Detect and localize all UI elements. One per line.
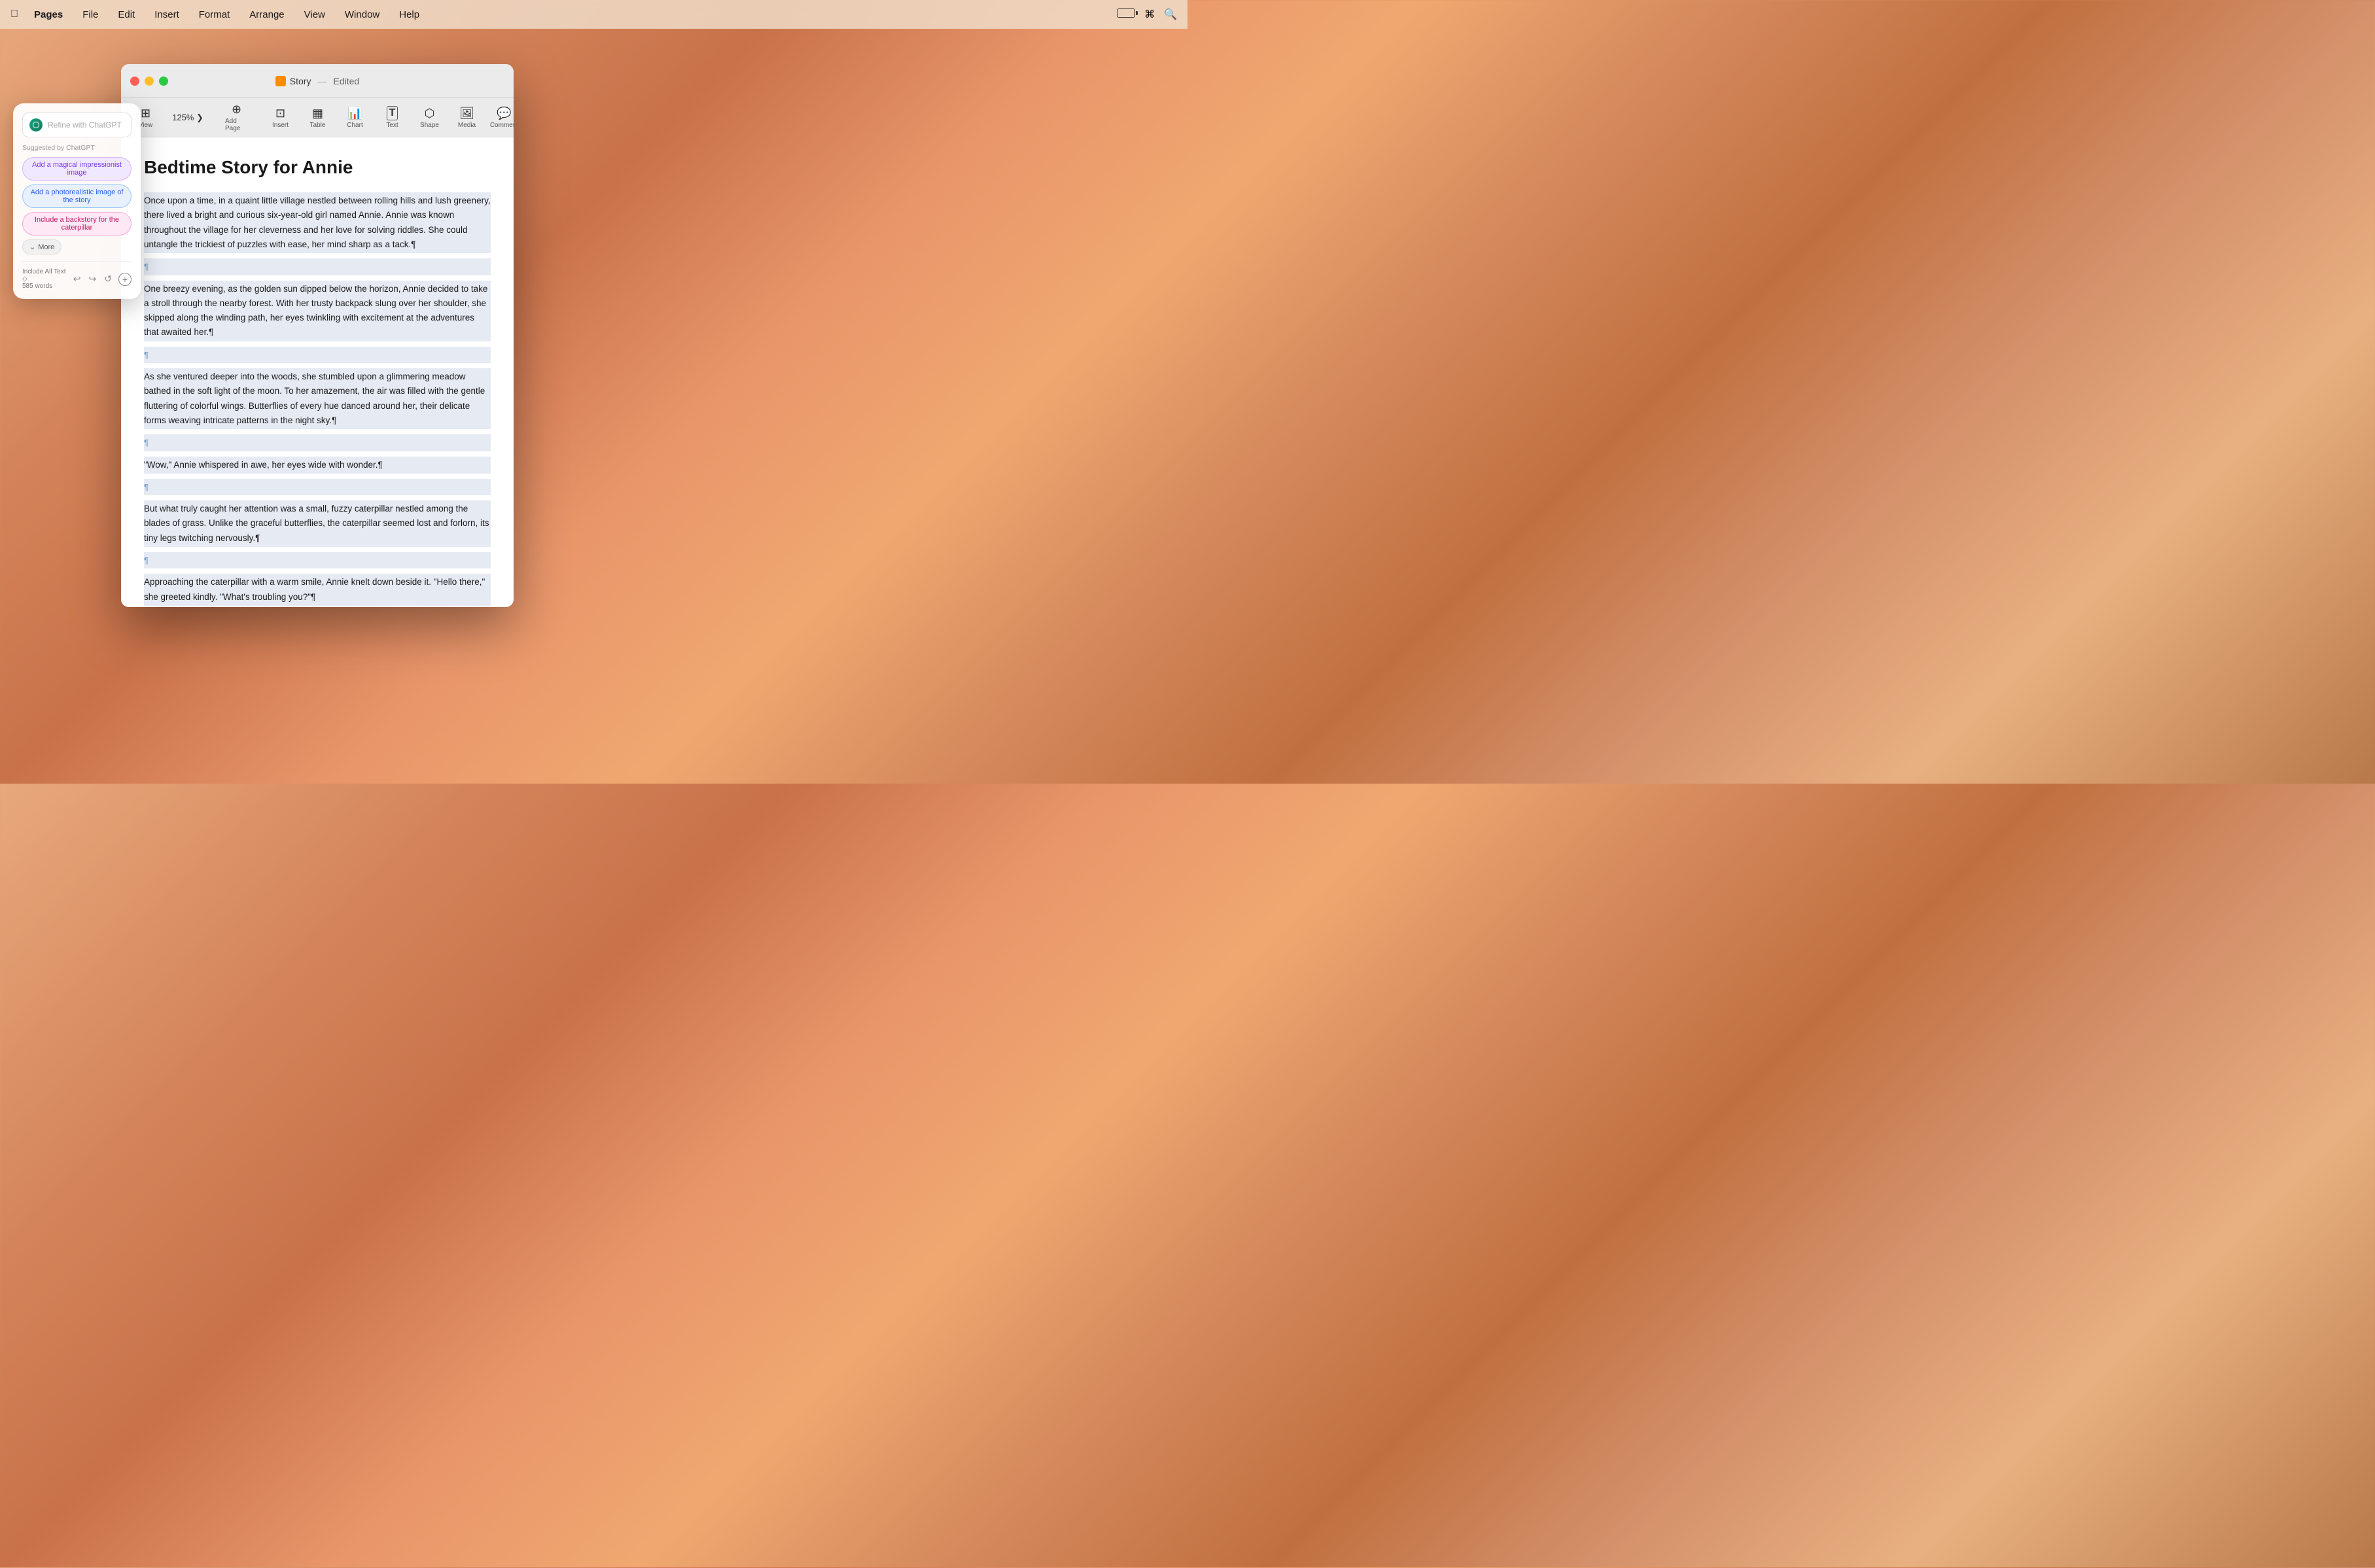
window-titlebar: Story — Edited [121,64,514,98]
suggestion-photorealistic[interactable]: Add a photorealistic image of the story [22,184,132,208]
word-count: 585 words [22,283,72,290]
paragraph-1: Once upon a time, in a quaint little vil… [144,192,491,253]
paragraph-6: ¶ [144,434,491,451]
paragraph-3: One breezy evening, as the golden sun di… [144,281,491,341]
chatgpt-logo-icon [29,118,43,131]
view-icon: ⊞ [141,107,150,120]
menu-file[interactable]: File [79,8,102,22]
table-icon: ▦ [312,107,323,120]
document-title-heading: Bedtime Story for Annie [144,157,491,178]
media-icon: 🖼 [459,107,474,120]
document-title: Story [290,76,311,86]
search-icon[interactable]: 🔍 [1164,8,1177,21]
insert-icon: ⊡ [275,107,285,120]
toolbar-shape[interactable]: ⬡ Shape [412,103,448,133]
table-label: Table [310,122,326,129]
toolbar-zoom[interactable]: 125% ❯ [165,109,211,127]
paragraph-5: As she ventured deeper into the woods, s… [144,368,491,429]
menu-help[interactable]: Help [395,8,423,22]
chatgpt-input[interactable]: Refine with ChatGPT [48,120,124,130]
suggestion-backstory[interactable]: Include a backstory for the caterpillar [22,212,132,235]
paragraph-11: Approaching the caterpillar with a warm … [144,574,491,606]
chart-icon: 📊 [347,107,362,120]
title-separator: — [317,76,326,86]
comment-label: Comment [490,122,514,129]
menu-window[interactable]: Window [341,8,383,22]
toolbar: ⊞ View 125% ❯ ⊕ Add Page ⊡ Insert ▦ Tabl… [121,98,514,137]
edited-label: Edited [333,76,359,86]
chatgpt-input-area[interactable]: Refine with ChatGPT [22,113,132,137]
document-content[interactable]: Bedtime Story for Annie Once upon a time… [121,137,514,607]
zoom-value: 125% ❯ [172,113,203,123]
menu-bar:  Pages File Edit Insert Format Arrange … [0,0,1188,29]
menu-view[interactable]: View [300,8,329,22]
window-title: Story — Edited [275,76,359,86]
text-label: Text [386,122,398,129]
comment-icon: 💬 [497,107,511,120]
menu-edit[interactable]: Edit [114,8,139,22]
toolbar-text[interactable]: T Text [374,102,410,133]
menu-format[interactable]: Format [195,8,234,22]
panel-footer: Include All Text ◇ 585 words ↩ ↪ ↺ + [22,261,132,290]
include-text[interactable]: Include All Text ◇ [22,268,72,283]
menu-arrange[interactable]: Arrange [245,8,288,22]
paragraph-9: But what truly caught her attention was … [144,500,491,547]
chatgpt-panel: Refine with ChatGPT Suggested by ChatGPT… [13,103,141,299]
add-page-label: Add Page [225,118,248,132]
more-label: More [38,243,54,251]
paragraph-4: ¶ [144,347,491,363]
minimize-button[interactable] [145,77,154,86]
shape-label: Shape [420,122,439,129]
document-icon [275,76,286,86]
wifi-icon: ⌘ [1144,8,1155,21]
include-text-label: Include All Text ◇ [22,268,72,283]
text-box-icon: T [387,106,398,120]
refresh-button[interactable]: ↺ [103,272,113,286]
toolbar-table[interactable]: ▦ Table [300,103,336,133]
menu-bar-right: ⌘ 🔍 [1117,8,1177,21]
toolbar-comment[interactable]: 💬 Comment [486,103,514,133]
add-button[interactable]: + [118,273,132,286]
toolbar-insert[interactable]: ⊡ Insert [262,103,298,133]
toolbar-add-page[interactable]: ⊕ Add Page [219,99,255,136]
menu-insert[interactable]: Insert [150,8,183,22]
paragraph-8: ¶ [144,479,491,495]
chart-label: Chart [347,122,362,129]
more-button[interactable]: ⌄ More [22,239,62,254]
media-label: Media [458,122,476,129]
add-page-icon: ⊕ [232,103,241,116]
suggestions-list: Add a magical impressionist image Add a … [22,157,132,239]
footer-actions: ↩ ↪ ↺ + [72,272,132,286]
maximize-button[interactable] [159,77,168,86]
menu-pages[interactable]: Pages [30,8,67,22]
paragraph-2: ¶ [144,258,491,275]
suggestions-label: Suggested by ChatGPT [22,144,132,152]
shape-icon: ⬡ [425,107,435,120]
apple-logo-icon[interactable]:  [10,9,18,20]
paragraph-7: "Wow," Annie whispered in awe, her eyes … [144,457,491,474]
redo-button[interactable]: ↪ [88,272,98,286]
battery-icon [1117,9,1135,21]
suggestion-impressionist[interactable]: Add a magical impressionist image [22,157,132,181]
pages-window: Story — Edited ⊞ View 125% ❯ ⊕ Add Page … [121,64,514,607]
footer-info: Include All Text ◇ 585 words [22,268,72,290]
toolbar-chart[interactable]: 📊 Chart [337,103,373,133]
close-button[interactable] [130,77,139,86]
chevron-down-icon: ⌄ [29,243,35,251]
undo-button[interactable]: ↩ [72,272,82,286]
toolbar-media[interactable]: 🖼 Media [449,103,485,133]
insert-label: Insert [272,122,289,129]
paragraph-10: ¶ [144,552,491,568]
traffic-lights [130,77,168,86]
